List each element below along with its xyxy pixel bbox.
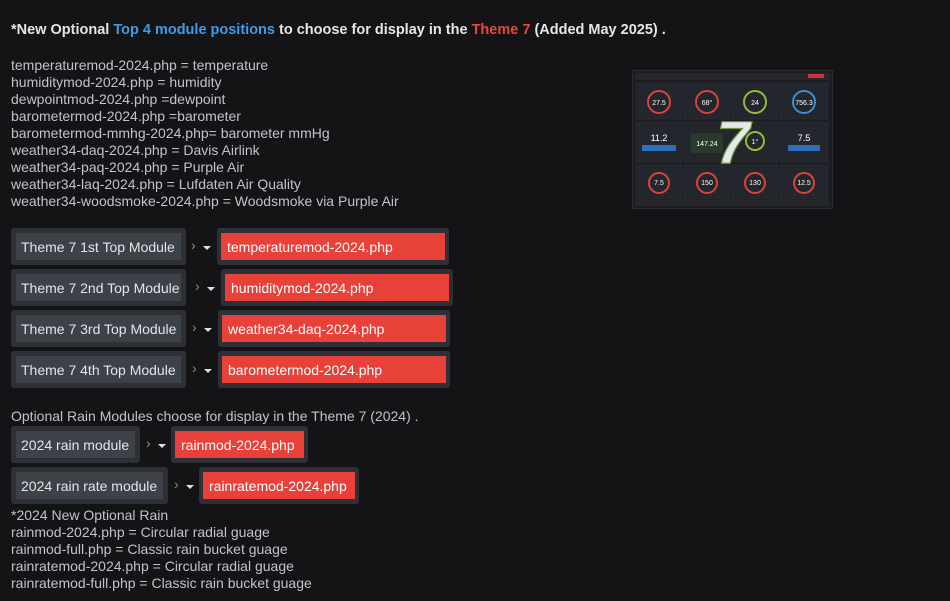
- dropdown-caret-icon: [186, 485, 194, 489]
- rain-note: *2024 New Optional Rain: [11, 507, 169, 523]
- rain-note: rainratemod-2024.php = Circular radial g…: [11, 558, 294, 574]
- headline-middle: to choose for display in the: [274, 22, 472, 38]
- module-list-item: weather34-paq-2024.php = Purple Air: [11, 159, 245, 175]
- headline-theme-highlight: Theme 7: [471, 22, 531, 38]
- rain-module-label: 2024 rain rate module: [11, 467, 168, 504]
- top-module-select[interactable]: humiditymod-2024.php: [221, 269, 453, 306]
- module-list-item: humiditymod-2024.php = humidity: [11, 74, 222, 90]
- top-module-label: Theme 7 3rd Top Module: [11, 310, 186, 347]
- preview-tile-value: 24: [751, 100, 759, 107]
- chevron-right-icon: ›: [146, 435, 151, 451]
- preview-tile-value: 150: [701, 180, 713, 187]
- module-list-item: weather34-daq-2024.php = Davis Airlink: [11, 142, 260, 158]
- preview-tile-value: 1°: [752, 138, 759, 146]
- preview-tile-value: 12.5: [797, 180, 811, 187]
- top-module-select[interactable]: barometermod-2024.php: [218, 351, 450, 388]
- dropdown-caret-icon: [204, 369, 212, 373]
- chevron-right-icon: ›: [174, 476, 179, 492]
- preview-tile-value: 7.5: [798, 133, 811, 143]
- headline-suffix: (Added May 2025) .: [530, 22, 666, 38]
- chevron-right-icon: ›: [192, 319, 197, 335]
- rain-heading: Optional Rain Modules choose for display…: [11, 408, 419, 424]
- top-module-select[interactable]: weather34-daq-2024.php: [218, 310, 450, 347]
- preview-tile-value: 147.24: [696, 141, 718, 148]
- dropdown-caret-icon: [203, 246, 211, 250]
- preview-tile-value: 7.5: [654, 180, 664, 187]
- rain-note: rainmod-2024.php = Circular radial guage: [11, 524, 270, 540]
- module-list: temperaturemod-2024.php = temperature hu…: [11, 57, 399, 210]
- chevron-right-icon: ›: [191, 237, 196, 253]
- rain-module-label: 2024 rain module: [11, 426, 140, 463]
- module-list-item: temperaturemod-2024.php = temperature: [11, 57, 269, 73]
- dropdown-caret-icon: [158, 444, 166, 448]
- top-module-label: Theme 7 1st Top Module: [11, 228, 186, 265]
- theme-preview-image: 27.5 68° 24 756.3 11.2 147.24 1° 7.5 7.5…: [633, 71, 832, 208]
- theme-preview-thumbnail: 27.5 68° 24 756.3 11.2 147.24 1° 7.5 7.5…: [632, 70, 833, 209]
- headline: *New Optional Top 4 module positions to …: [11, 22, 666, 38]
- headline-prefix: *New Optional: [11, 22, 114, 38]
- rain-note: rainmod-full.php = Classic rain bucket g…: [11, 541, 288, 557]
- preview-tile-value: 11.2: [651, 133, 668, 143]
- top-module-label: Theme 7 2nd Top Module: [11, 269, 186, 306]
- preview-tile-value: 130: [749, 180, 761, 187]
- headline-positions-highlight: Top 4 module positions: [113, 22, 275, 38]
- module-list-item: weather34-woodsmoke-2024.php = Woodsmoke…: [11, 193, 399, 209]
- dropdown-caret-icon: [207, 287, 215, 291]
- rain-note: rainratemod-full.php = Classic rain buck…: [11, 575, 312, 591]
- top-module-select[interactable]: temperaturemod-2024.php: [217, 228, 449, 265]
- module-list-item: barometermod-2024.php =barometer: [11, 108, 241, 124]
- chevron-right-icon: ›: [195, 278, 200, 294]
- chevron-right-icon: ›: [192, 360, 197, 376]
- rain-notes: *2024 New Optional Rain rainmod-2024.php…: [11, 507, 312, 592]
- rain-module-select[interactable]: rainratemod-2024.php: [199, 467, 359, 504]
- module-list-item: barometermod-mmhg-2024.php= barometer mm…: [11, 125, 330, 141]
- dropdown-caret-icon: [204, 328, 212, 332]
- module-list-item: dewpointmod-2024.php =dewpoint: [11, 91, 226, 107]
- preview-big-number: 7: [716, 109, 752, 176]
- module-list-item: weather34-laq-2024.php = Lufdaten Air Qu…: [11, 176, 301, 192]
- preview-tile-value: 68°: [702, 99, 713, 107]
- top-module-label: Theme 7 4th Top Module: [11, 351, 186, 388]
- rain-module-select[interactable]: rainmod-2024.php: [171, 426, 308, 463]
- preview-tile-value: 27.5: [652, 100, 666, 107]
- preview-tile-value: 756.3: [795, 100, 813, 107]
